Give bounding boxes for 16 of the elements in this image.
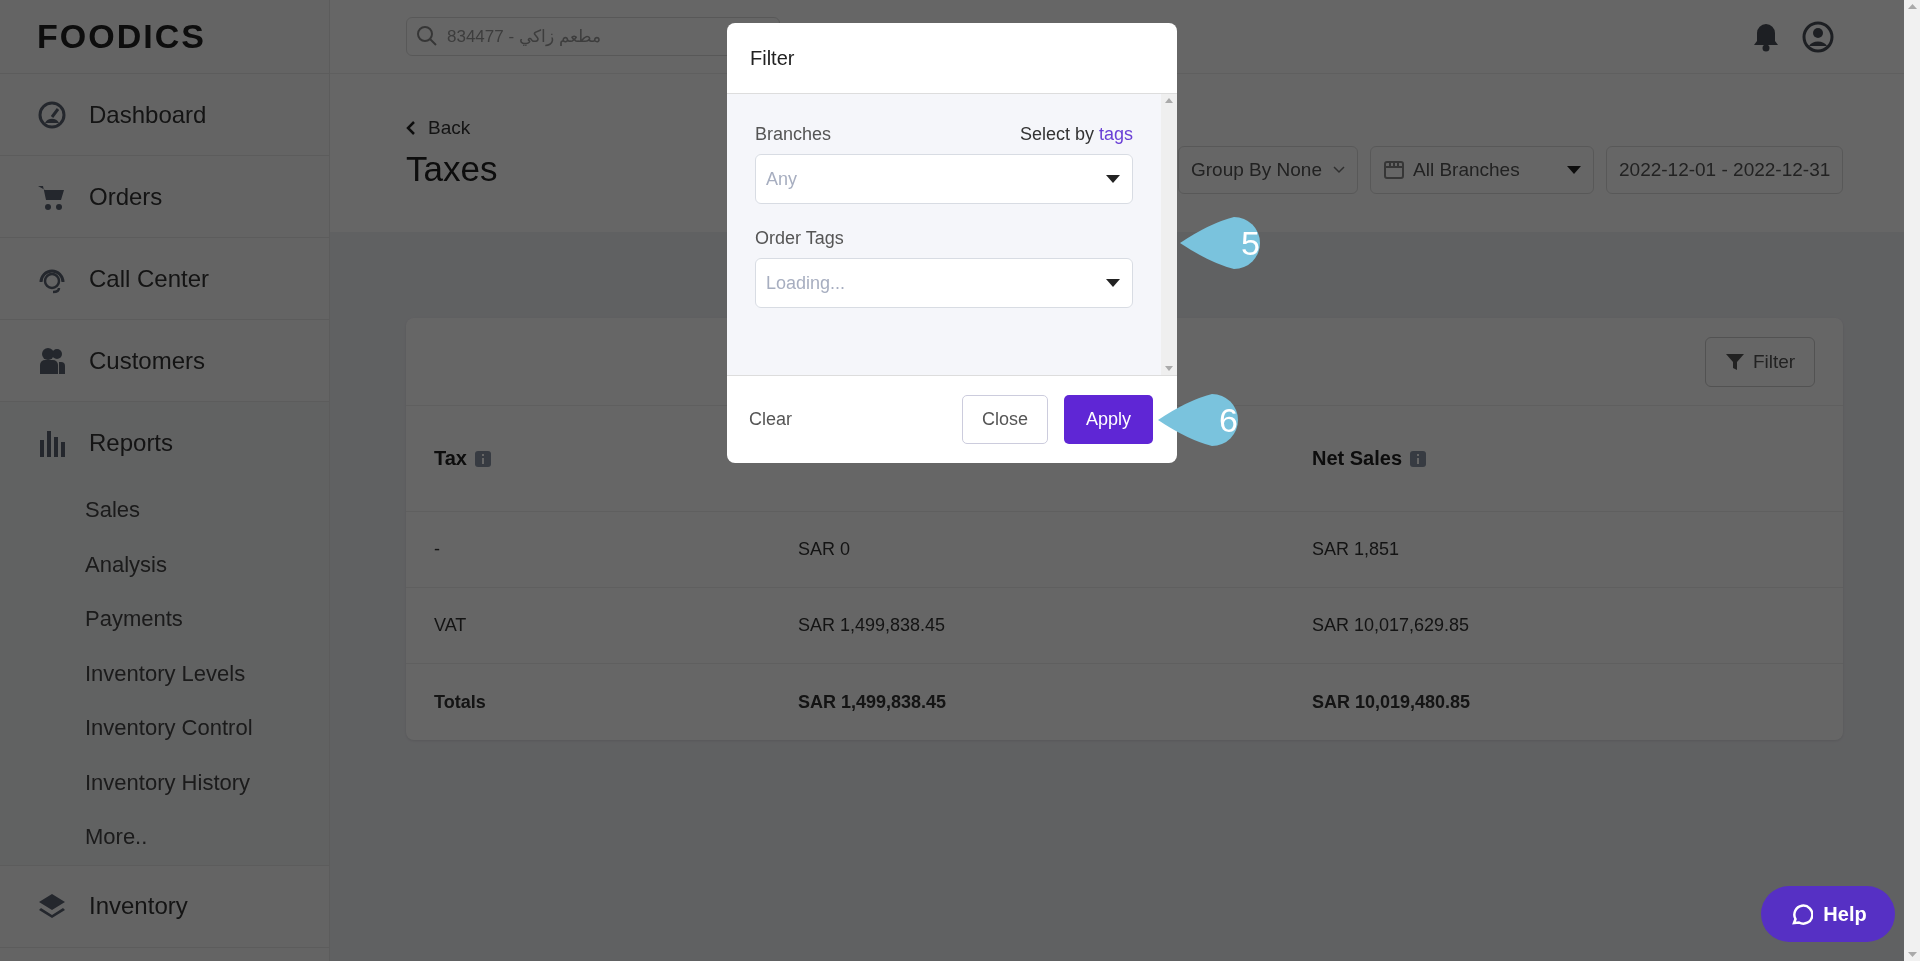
column-header: Tax xyxy=(434,447,467,470)
table-cell-text: SAR 1,851 xyxy=(1312,539,1401,560)
table-cell-text: SAR 10,017,629.85 xyxy=(1312,615,1471,636)
column-header: Net Sales xyxy=(1312,447,1403,470)
table-cell-text: VAT xyxy=(434,615,468,636)
total-cell-text: SAR 1,499,838.45 xyxy=(798,691,948,713)
foodics-logo: FOODICS xyxy=(37,17,206,56)
table-cell-text: SAR 1,499,838.45 xyxy=(798,615,947,636)
total-cell-text: Totals xyxy=(434,691,487,713)
select-by-tags-text: Select by tags xyxy=(1019,124,1133,145)
table-cell-text: SAR 0 xyxy=(798,539,852,560)
page-title: Taxes xyxy=(406,149,498,189)
table-cell-text: - xyxy=(434,539,441,560)
field-label: Branches xyxy=(755,124,832,145)
total-cell-text: SAR 10,019,480.85 xyxy=(1312,691,1472,713)
field-label: Order Tags xyxy=(755,228,844,249)
